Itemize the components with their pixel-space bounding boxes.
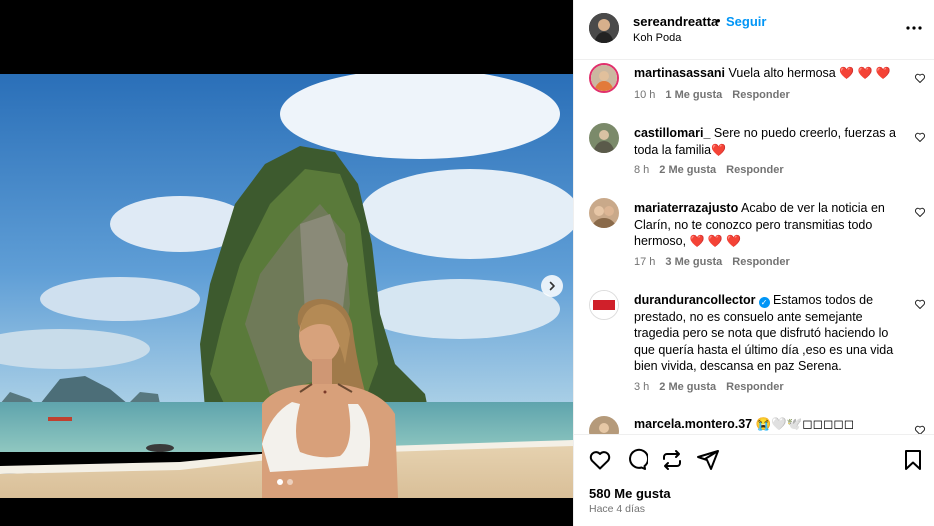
- comment-time: 3 h: [634, 381, 650, 393]
- reply-button[interactable]: Responder: [732, 256, 789, 268]
- carousel-next-button[interactable]: [541, 275, 563, 297]
- comment-likes[interactable]: 1 Me gusta: [665, 89, 722, 101]
- comment-hearts: ❤️ ❤️ ❤️: [689, 234, 742, 248]
- comment-username[interactable]: castillomari_: [634, 126, 710, 140]
- repost-icon[interactable]: [660, 448, 684, 472]
- reply-button[interactable]: Responder: [732, 89, 789, 101]
- avatar[interactable]: [589, 123, 619, 153]
- comment-time: 8 h: [634, 164, 650, 176]
- avatar[interactable]: [589, 13, 619, 43]
- comment-text: mariaterrazajusto Acabo de ver la notici…: [634, 200, 896, 250]
- reply-button[interactable]: Responder: [726, 381, 783, 393]
- reply-button[interactable]: Responder: [726, 164, 783, 176]
- comment-meta: 10 h 1 Me gusta Responder: [634, 89, 790, 101]
- post-time: Hace 4 días: [589, 503, 646, 515]
- comment-username[interactable]: marcela.montero.37: [634, 417, 752, 431]
- comments-list[interactable]: martinasassani Vuela alto hermosa ❤️ ❤️ …: [574, 60, 934, 434]
- more-icon[interactable]: [904, 16, 924, 36]
- avatar[interactable]: [589, 416, 619, 434]
- heart-icon[interactable]: [914, 131, 926, 143]
- comment-likes[interactable]: 3 Me gusta: [665, 256, 722, 268]
- likes-count[interactable]: 580 Me gusta: [589, 486, 671, 501]
- comment-time: 10 h: [634, 89, 656, 101]
- comment-username[interactable]: mariaterrazajusto: [634, 201, 738, 215]
- post-panel: sereandreatta • Seguir Koh Poda martinas…: [573, 0, 934, 526]
- comment-hearts: ❤️: [711, 142, 727, 157]
- heart-icon[interactable]: [588, 448, 612, 472]
- comment-time: 17 h: [634, 256, 656, 268]
- follow-button[interactable]: Seguir: [726, 14, 766, 29]
- comment-body: 😭🤍🕊️◻◻◻◻◻: [755, 417, 855, 431]
- share-icon[interactable]: [696, 448, 720, 472]
- verified-badge-icon: ✓: [758, 297, 770, 308]
- comment-meta: 3 h 2 Me gusta Responder: [634, 381, 784, 393]
- comment-username[interactable]: durandurancollector: [634, 293, 756, 307]
- post-modal: sereandreatta • Seguir Koh Poda martinas…: [0, 0, 934, 526]
- carousel-dot: [287, 479, 293, 485]
- chevron-right-icon: [549, 281, 555, 291]
- comment-username[interactable]: martinasassani: [634, 66, 725, 80]
- comment-likes[interactable]: 2 Me gusta: [659, 381, 716, 393]
- comment-icon[interactable]: [624, 448, 648, 472]
- post-username[interactable]: sereandreatta: [633, 14, 718, 29]
- heart-icon[interactable]: [914, 424, 926, 434]
- carousel-dot-active: [277, 479, 283, 485]
- post-location[interactable]: Koh Poda: [633, 32, 681, 44]
- comment-meta: 8 h 2 Me gusta Responder: [634, 164, 784, 176]
- separator-dot: •: [716, 13, 721, 28]
- comment-text: martinasassani Vuela alto hermosa ❤️ ❤️ …: [634, 65, 896, 82]
- heart-icon[interactable]: [914, 206, 926, 218]
- comment-body: Vuela alto hermosa: [728, 66, 836, 80]
- avatar[interactable]: [589, 63, 619, 93]
- save-icon[interactable]: [901, 448, 925, 472]
- comment-text: marcela.montero.37 😭🤍🕊️◻◻◻◻◻: [634, 416, 896, 433]
- comment-likes[interactable]: 2 Me gusta: [659, 164, 716, 176]
- heart-icon[interactable]: [914, 298, 926, 310]
- action-bar: 580 Me gusta Hace 4 días: [574, 434, 934, 526]
- comment-text: durandurancollector ✓ Estamos todos de pr…: [634, 292, 896, 375]
- avatar[interactable]: [589, 290, 619, 320]
- media-area: [0, 0, 573, 526]
- carousel-dots: [277, 479, 293, 485]
- comment-text: castillomari_ Sere no puedo creerlo, fue…: [634, 125, 896, 158]
- comment-hearts: ❤️ ❤️ ❤️: [839, 66, 891, 80]
- post-photo: [0, 74, 573, 498]
- avatar[interactable]: [589, 198, 619, 228]
- post-header: sereandreatta • Seguir Koh Poda: [574, 0, 934, 60]
- comment-meta: 17 h 3 Me gusta Responder: [634, 256, 790, 268]
- heart-icon[interactable]: [914, 72, 926, 84]
